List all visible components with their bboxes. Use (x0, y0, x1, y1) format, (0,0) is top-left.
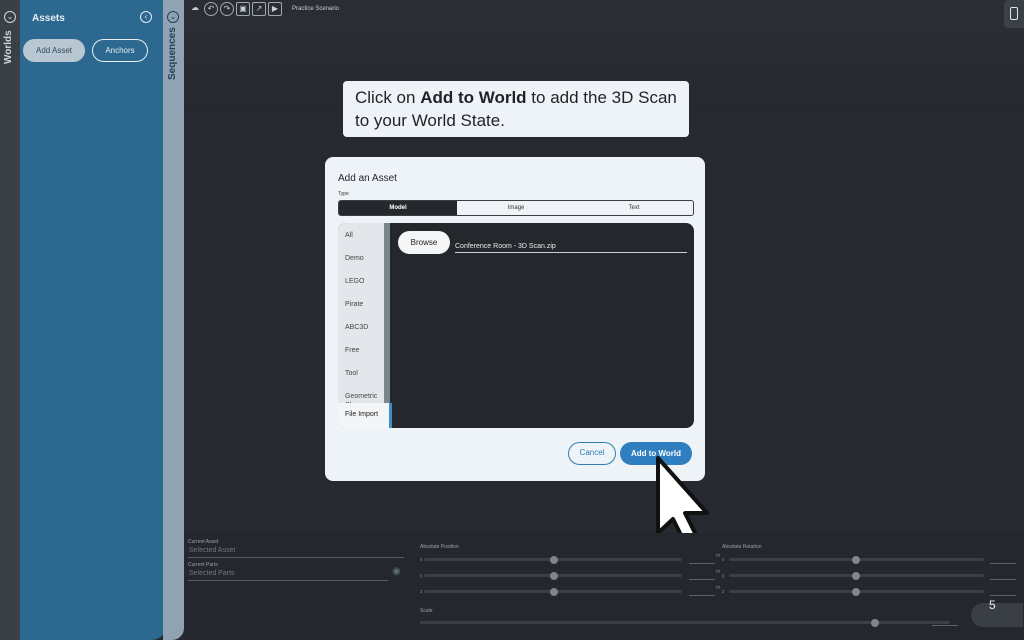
position-z-handle[interactable] (550, 588, 558, 596)
type-label: Type (338, 191, 349, 197)
redo-icon[interactable]: ↷ (220, 2, 234, 16)
category-abc3d[interactable]: ABC3D (345, 323, 368, 332)
page-number: 5 (989, 598, 996, 612)
properties-panel: Current Asset Selected Asset Current Par… (184, 533, 1024, 640)
type-selector: Model Image Text (338, 200, 694, 216)
current-asset-value[interactable]: Selected Asset (189, 547, 235, 554)
category-list: All Demo LEGO Pirate ABC3D Free Tool Geo… (338, 223, 392, 428)
chevron-left-icon[interactable]: ‹ (140, 11, 152, 23)
chevron-down-icon[interactable]: ⌄ (4, 11, 16, 23)
scale-field[interactable] (932, 625, 958, 626)
rotation-x-field[interactable] (990, 563, 1016, 564)
add-asset-dialog: Add an Asset Type Model Image Text All D… (325, 157, 705, 481)
position-y-handle[interactable] (550, 572, 558, 580)
category-scrollbar[interactable] (384, 223, 390, 403)
absolute-position-label: Absolute Position (420, 544, 459, 550)
top-toolbar: ☁ ↶ ↷ ▣ ↗ ▶ Practice Scenario (188, 2, 339, 16)
page-number-tab (971, 603, 1023, 627)
instruction-callout: Click on Add to World to add the 3D Scan… (343, 81, 689, 137)
cloud-icon[interactable]: ☁ (188, 2, 202, 16)
worlds-rail[interactable]: ⌄ Worlds (0, 0, 20, 640)
tab-image[interactable]: Image (457, 201, 575, 215)
rotation-y-handle[interactable] (852, 572, 860, 580)
category-file-import[interactable]: File Import (338, 403, 390, 428)
selected-indicator (389, 403, 392, 428)
absolute-rotation-label: Absolute Rotation (722, 544, 762, 550)
share-icon[interactable]: ↗ (252, 2, 266, 16)
phone-icon (1010, 7, 1018, 20)
assets-title: Assets (32, 13, 65, 24)
chevron-down-icon[interactable]: ⌄ (167, 11, 179, 23)
rotation-y-field[interactable] (990, 579, 1016, 580)
dialog-title: Add an Asset (338, 173, 397, 184)
add-asset-button[interactable]: Add Asset (23, 39, 85, 62)
file-name-field[interactable]: Conference Room - 3D Scan.zip (455, 243, 687, 253)
video-icon[interactable]: ▶ (268, 2, 282, 16)
sequences-rail[interactable]: ⌄ Sequences (163, 0, 184, 640)
category-free[interactable]: Free (345, 346, 359, 355)
tab-text[interactable]: Text (575, 201, 693, 215)
category-lego[interactable]: LEGO (345, 277, 364, 286)
eye-icon[interactable]: ◉ (392, 566, 401, 577)
snapshot-icon[interactable]: ▣ (236, 2, 250, 16)
worlds-label: Worlds (3, 30, 14, 64)
browse-button[interactable]: Browse (398, 231, 450, 254)
category-all[interactable]: All (345, 231, 353, 240)
category-demo[interactable]: Demo (345, 254, 364, 263)
current-asset-label: Current Asset (188, 539, 219, 545)
rotation-z-field[interactable] (990, 595, 1016, 596)
position-z-field[interactable] (689, 595, 715, 596)
position-x-handle[interactable] (550, 556, 558, 564)
position-y-field[interactable] (689, 579, 715, 580)
rotation-z-handle[interactable] (852, 588, 860, 596)
position-x-field[interactable] (689, 563, 715, 564)
device-preview-button[interactable] (1004, 0, 1024, 28)
rotation-x-handle[interactable] (852, 556, 860, 564)
scale-handle[interactable] (871, 619, 879, 627)
cancel-button[interactable]: Cancel (568, 442, 616, 465)
app-window: ⌄ Worlds Assets ‹ Add Asset Anchors ⌄ Se… (0, 0, 1024, 640)
scenario-title: Practice Scenario (292, 6, 340, 12)
category-pirate[interactable]: Pirate (345, 300, 363, 309)
sequences-label: Sequences (167, 27, 178, 80)
current-parts-value[interactable]: Selected Parts (189, 570, 235, 577)
scale-label: Scale (420, 608, 433, 614)
undo-icon[interactable]: ↶ (204, 2, 218, 16)
tab-model[interactable]: Model (339, 201, 457, 215)
assets-panel: Assets ‹ Add Asset Anchors (20, 0, 166, 640)
asset-browser: All Demo LEGO Pirate ABC3D Free Tool Geo… (338, 223, 694, 428)
category-tool[interactable]: Tool (345, 369, 358, 378)
current-parts-label: Current Parts (188, 562, 218, 568)
anchors-button[interactable]: Anchors (92, 39, 148, 62)
pointer-cursor-icon (656, 456, 709, 545)
